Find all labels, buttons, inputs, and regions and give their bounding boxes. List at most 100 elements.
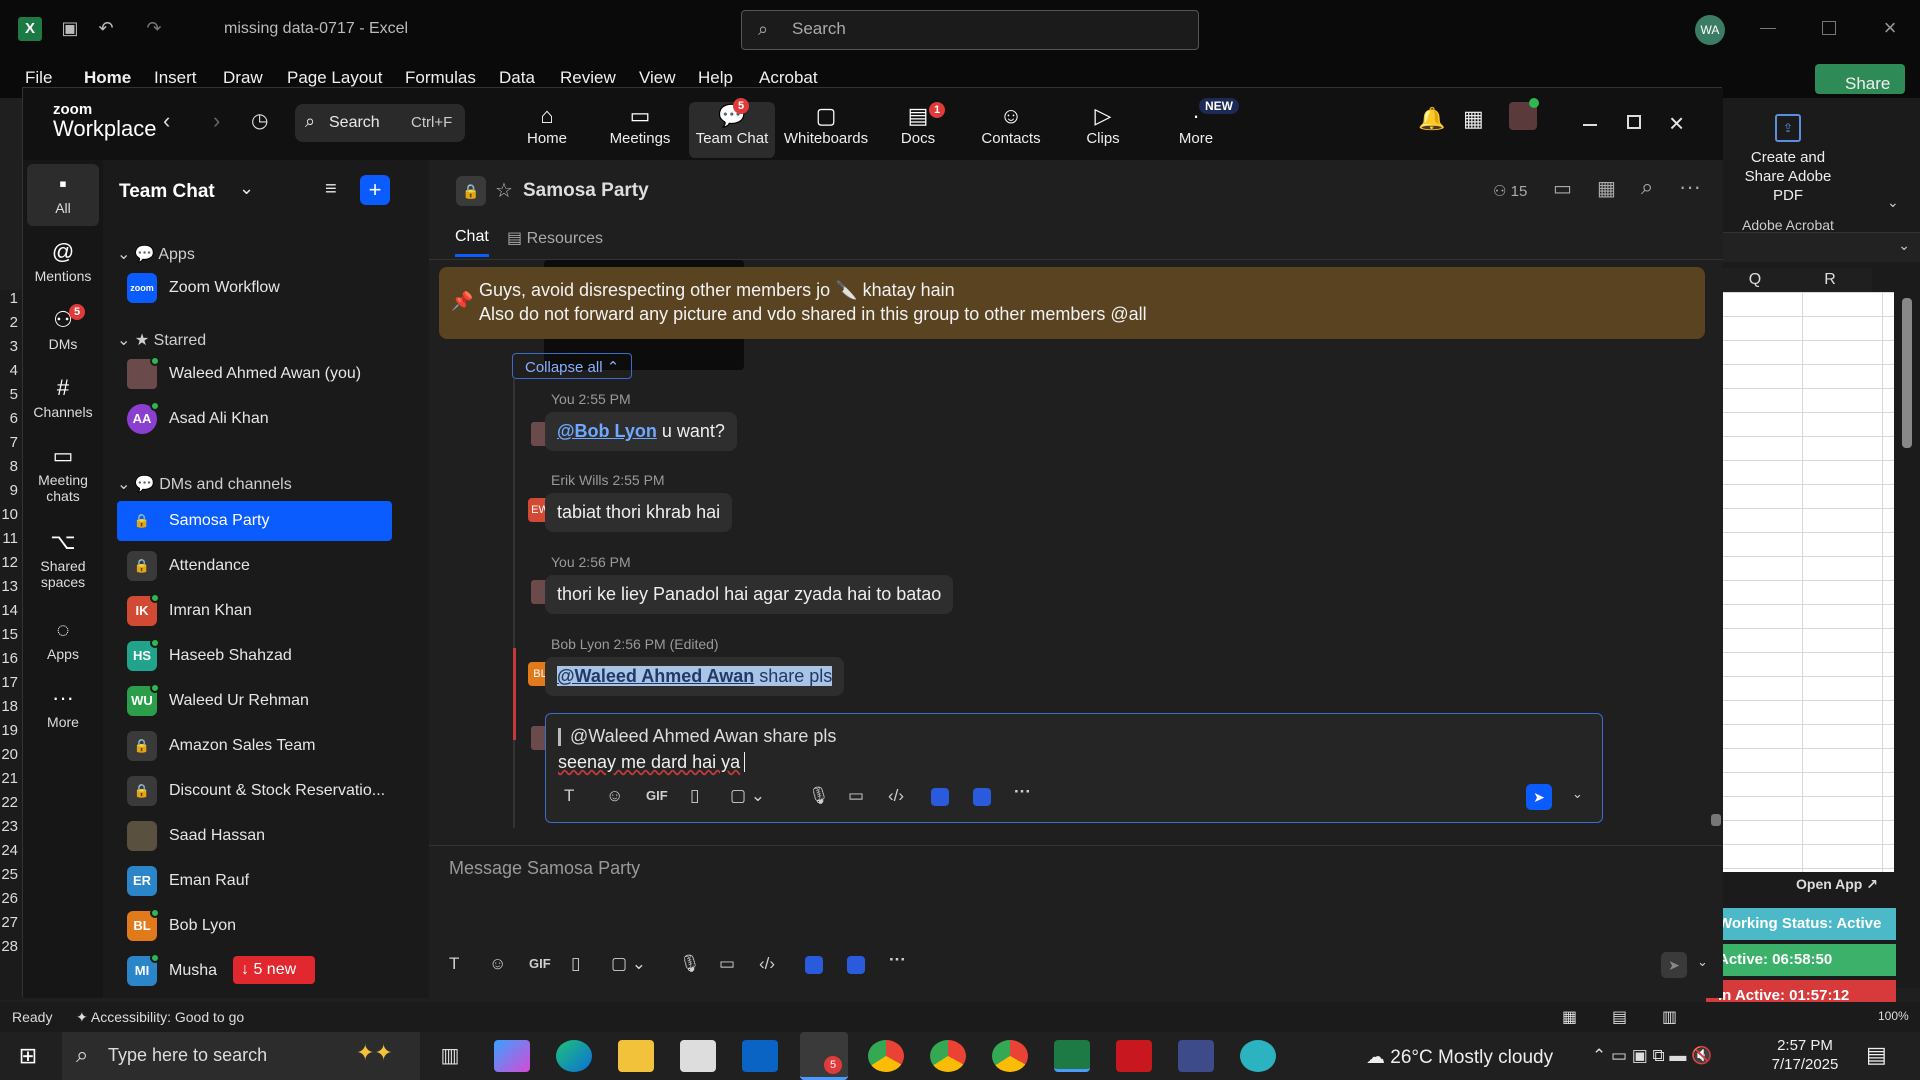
rail-apps[interactable]: ◌ Apps [27,614,99,662]
section-apps[interactable]: ⌄ 💬 Apps [117,244,195,264]
rail-channels[interactable]: # Channels [27,372,99,420]
outlook-icon[interactable] [742,1040,778,1072]
screenshot-icon[interactable]: ▢ ⌄ [730,786,765,806]
code-icon[interactable]: ‹/› [888,786,904,806]
menu-draw[interactable]: Draw [223,68,263,88]
sidebar-item-attendance[interactable]: 🔒 Attendance [117,546,392,586]
calendar-panel-icon[interactable]: ▦ [1463,106,1484,132]
close-icon[interactable]: × [1876,14,1904,42]
edge-icon[interactable] [556,1040,592,1072]
app-icon-2[interactable] [847,956,865,974]
pinned-banner[interactable]: 📌 Guys, avoid disrespecting other member… [439,267,1705,339]
store-icon[interactable] [680,1040,716,1072]
system-tray[interactable]: ⌃ ▭ ▣ ⧉ ▬ 🔇 [1592,1046,1712,1066]
calendar-icon[interactable]: ▦ [1597,176,1616,201]
zoom-maximize-icon[interactable] [1627,115,1641,129]
copilot-icon[interactable] [494,1040,530,1072]
video-icon[interactable]: ▭ [1553,176,1572,201]
sidebar-item-zoom-workflow[interactable]: zoom Zoom Workflow [117,268,392,308]
forward-icon[interactable]: › [213,108,220,134]
mention-link[interactable]: @Bob Lyon [557,421,657,441]
nav-clips[interactable]: ▷ Clips [1060,102,1146,158]
message-bubble[interactable]: @Bob Lyon u want? [545,412,737,451]
sidebar-item-waleed[interactable]: Waleed Ahmed Awan (you) [117,354,392,394]
sidebar-item-discount[interactable]: 🔒 Discount & Stock Reservatio... [117,771,392,811]
zoom-app-icon[interactable]: 5 [800,1032,848,1080]
row-number[interactable]: 3 [0,338,22,362]
row-number[interactable]: 4 [0,362,22,386]
gif-icon[interactable]: GIF [646,788,668,803]
collapse-all-button[interactable]: Collapse all ⌃ [512,353,632,379]
excel-taskbar-icon[interactable] [1054,1040,1090,1072]
more-options-icon[interactable]: ··· [1679,174,1701,200]
row-number[interactable]: 20 [0,746,22,770]
file-icon[interactable]: ▯ [571,954,580,974]
sidebar-item-asad[interactable]: AA Asad Ali Khan [117,399,392,439]
message-input[interactable]: Message Samosa Party [449,858,640,879]
sidebar-item-waleed-ur[interactable]: WU Waleed Ur Rehman [117,681,392,721]
task-view-icon[interactable]: ▥ [432,1040,468,1072]
star-icon[interactable]: ☆ [495,178,513,203]
app-icon-1[interactable] [931,788,949,806]
chrome-icon-2[interactable] [930,1040,966,1072]
rail-shared-spaces[interactable]: ⌥ Shared spaces [27,526,99,590]
nav-docs[interactable]: ▤ Docs 1 [875,102,961,158]
search-icon[interactable]: ⌕ [1641,174,1653,200]
nav-contacts[interactable]: ☺ Contacts [968,102,1054,158]
rail-mentions[interactable]: @ Mentions [27,236,99,284]
row-number[interactable]: 12 [0,554,22,578]
row-number[interactable]: 10 [0,506,22,530]
microphone-icon[interactable]: 🎙 [679,954,701,974]
message-bubble[interactable]: tabiat thori khrab hai [545,493,733,532]
member-count[interactable]: ⚇ 15 [1493,182,1527,200]
code-icon[interactable]: ‹/› [759,954,775,974]
app-icon[interactable] [1240,1040,1276,1072]
row-number[interactable]: 14 [0,602,22,626]
rail-more[interactable]: ··· More [27,682,99,730]
redo-icon[interactable]: ↷ [142,16,166,40]
microphone-icon[interactable]: 🎙 [808,786,830,806]
row-number[interactable]: 23 [0,818,22,842]
more-dots-icon[interactable]: ··· [1014,782,1031,802]
row-number[interactable]: 8 [0,458,22,482]
row-number[interactable]: 2 [0,314,22,338]
channel-title[interactable]: Samosa Party [523,180,649,202]
formula-expand-icon[interactable]: ⌄ [1722,232,1920,262]
nav-meetings[interactable]: ▭ Meetings [597,102,683,158]
video-message-icon[interactable]: ▭ [848,786,864,806]
new-messages-pill[interactable]: ↓ 5 new [233,956,315,984]
row-number[interactable]: 28 [0,938,22,962]
gif-icon[interactable]: GIF [529,956,551,971]
row-number[interactable]: 13 [0,578,22,602]
zoom-minimize-icon[interactable] [1583,124,1597,126]
row-number[interactable]: 1 [0,290,22,314]
row-number[interactable]: 17 [0,674,22,698]
sidebar-item-samosa-party[interactable]: 🔒 Samosa Party [117,501,392,541]
weather-widget[interactable]: ☁ 26°C Mostly cloudy [1366,1046,1553,1069]
menu-home[interactable]: Home [84,68,131,88]
mention-link[interactable]: @Waleed Ahmed Awan [557,666,754,686]
row-number[interactable]: 5 [0,386,22,410]
row-number[interactable]: 7 [0,434,22,458]
row-number[interactable]: 22 [0,794,22,818]
rail-dms[interactable]: ⚇ DMs 5 [27,304,99,352]
app-icon-2[interactable] [973,788,991,806]
normal-view-icon[interactable]: ▦ [1562,1007,1577,1027]
back-icon[interactable]: ‹ [163,108,170,134]
ribbon-collapse-icon[interactable]: ⌄ [1887,194,1899,211]
sidebar-item-saad[interactable]: Saad Hassan [117,816,392,856]
file-icon[interactable]: ▯ [690,786,699,806]
row-number[interactable]: 16 [0,650,22,674]
menu-view[interactable]: View [639,68,676,88]
rail-all[interactable]: ▪ All [27,164,99,226]
row-number[interactable]: 6 [0,410,22,434]
taskbar-search[interactable]: ⌕ Type here to search ✦✦ [62,1032,420,1080]
zoom-search-input[interactable]: ⌕ Search Ctrl+F [295,104,465,142]
clock[interactable]: 2:57 PM 7/17/2025 [1760,1036,1850,1074]
menu-review[interactable]: Review [560,68,616,88]
reply-text[interactable]: seenay me dard hai ya [558,752,740,773]
user-avatar[interactable]: WA [1695,15,1725,45]
scroll-thumb[interactable] [1902,298,1912,448]
row-number[interactable]: 19 [0,722,22,746]
vertical-scrollbar[interactable] [1900,278,1914,968]
